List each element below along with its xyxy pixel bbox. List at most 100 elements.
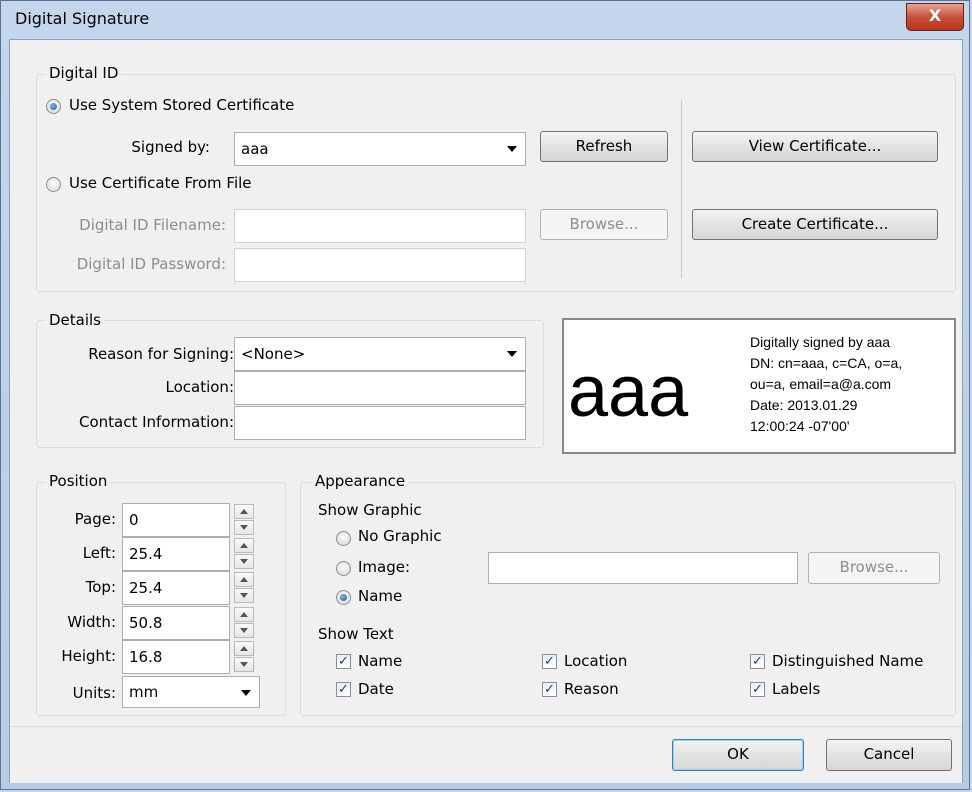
show-distinguished-name-label[interactable]: Distinguished Name: [772, 652, 923, 670]
name-graphic-label[interactable]: Name: [358, 587, 402, 605]
signature-preview: aaa Digitally signed by aaa DN: cn=aaa, …: [562, 318, 956, 454]
chevron-down-icon: [507, 146, 517, 152]
width-spinner[interactable]: [234, 606, 256, 640]
arrow-down-icon: [240, 662, 248, 667]
show-name-checkbox[interactable]: ✓: [336, 654, 351, 669]
width-field[interactable]: 50.8: [122, 606, 230, 640]
name-graphic-radio[interactable]: [336, 590, 351, 605]
use-certificate-file-label[interactable]: Use Certificate From File: [69, 174, 252, 192]
image-path-field[interactable]: [488, 552, 798, 584]
image-radio[interactable]: [336, 561, 351, 576]
units-label: Units:: [72, 684, 116, 702]
view-certificate-button[interactable]: View Certificate...: [692, 131, 938, 162]
location-label: Location:: [165, 378, 235, 396]
close-button[interactable]: X: [906, 3, 964, 31]
use-system-certificate-radio[interactable]: [46, 99, 61, 114]
dialog-footer: OK Cancel: [10, 726, 962, 783]
spin-up-button[interactable]: [234, 538, 254, 553]
arrow-up-icon: [240, 612, 248, 617]
signed-by-select[interactable]: aaa: [234, 132, 526, 166]
show-date-checkbox[interactable]: ✓: [336, 682, 351, 697]
arrow-down-icon: [240, 559, 248, 564]
spin-up-button[interactable]: [234, 607, 254, 622]
digital-id-divider: [681, 100, 682, 278]
use-certificate-file-radio[interactable]: [46, 177, 61, 192]
show-location-label[interactable]: Location: [564, 652, 627, 670]
reason-for-signing-label: Reason for Signing:: [88, 345, 234, 363]
arrow-down-icon: [240, 525, 248, 530]
spin-down-button[interactable]: [234, 554, 254, 569]
spin-down-button[interactable]: [234, 520, 254, 535]
show-name-label[interactable]: Name: [358, 652, 402, 670]
chevron-down-icon: [241, 690, 251, 696]
digital-id-password-field[interactable]: [234, 248, 526, 282]
signed-by-label: Signed by:: [131, 138, 210, 156]
arrow-down-icon: [240, 593, 248, 598]
preview-signature-text: Digitally signed by aaa DN: cn=aaa, c=CA…: [750, 332, 902, 437]
position-legend: Position: [46, 472, 111, 490]
arrow-down-icon: [240, 628, 248, 633]
left-spinner[interactable]: [234, 537, 256, 571]
no-graphic-label[interactable]: No Graphic: [358, 527, 442, 545]
signed-by-value: aaa: [241, 140, 269, 158]
show-date-label[interactable]: Date: [358, 680, 394, 698]
height-field[interactable]: 16.8: [122, 640, 230, 674]
refresh-button[interactable]: Refresh: [540, 131, 668, 162]
show-labels-checkbox[interactable]: ✓: [750, 682, 765, 697]
image-label[interactable]: Image:: [358, 558, 410, 576]
preview-line: Digitally signed by aaa: [750, 334, 891, 350]
browse-certificate-button[interactable]: Browse...: [540, 209, 668, 240]
location-field[interactable]: [234, 371, 526, 405]
reason-for-signing-value: <None>: [241, 345, 306, 363]
left-label: Left:: [82, 544, 116, 562]
details-legend: Details: [46, 311, 105, 329]
no-graphic-radio[interactable]: [336, 531, 351, 546]
show-reason-label[interactable]: Reason: [564, 680, 619, 698]
digital-id-filename-field[interactable]: [234, 209, 526, 243]
spin-up-button[interactable]: [234, 504, 254, 519]
units-value: mm: [129, 683, 159, 701]
cancel-button[interactable]: Cancel: [826, 739, 952, 771]
ok-button[interactable]: OK: [672, 739, 804, 771]
create-certificate-button[interactable]: Create Certificate...: [692, 209, 938, 240]
width-label: Width:: [67, 613, 116, 631]
use-system-certificate-label[interactable]: Use System Stored Certificate: [69, 96, 294, 114]
arrow-up-icon: [240, 577, 248, 582]
spin-down-button[interactable]: [234, 623, 254, 638]
spin-down-button[interactable]: [234, 657, 254, 672]
top-spinner[interactable]: [234, 571, 256, 605]
show-labels-label[interactable]: Labels: [772, 680, 820, 698]
preview-line: ou=a, email=a@a.com: [750, 376, 892, 392]
digital-id-password-label: Digital ID Password:: [76, 255, 226, 273]
window-title: Digital Signature: [15, 9, 150, 28]
height-spinner[interactable]: [234, 640, 256, 674]
appearance-legend: Appearance: [312, 472, 409, 490]
reason-for-signing-select[interactable]: <None>: [234, 337, 526, 371]
show-distinguished-name-checkbox[interactable]: ✓: [750, 654, 765, 669]
digital-id-filename-label: Digital ID Filename:: [79, 216, 226, 234]
page-field[interactable]: 0: [122, 503, 230, 537]
show-location-checkbox[interactable]: ✓: [542, 654, 557, 669]
units-select[interactable]: mm: [122, 676, 260, 708]
contact-information-label: Contact Information:: [78, 413, 234, 431]
spin-up-button[interactable]: [234, 572, 254, 587]
preview-line: DN: cn=aaa, c=CA, o=a,: [750, 355, 903, 371]
arrow-up-icon: [240, 646, 248, 651]
spin-down-button[interactable]: [234, 588, 254, 603]
preview-line: Date: 2013.01.29: [750, 397, 858, 413]
chevron-down-icon: [507, 351, 517, 357]
contact-information-field[interactable]: [234, 406, 526, 440]
show-text-label: Show Text: [318, 625, 394, 643]
height-label: Height:: [61, 647, 116, 665]
left-field[interactable]: 25.4: [122, 537, 230, 571]
show-graphic-label: Show Graphic: [318, 501, 422, 519]
top-field[interactable]: 25.4: [122, 571, 230, 605]
title-bar[interactable]: Digital Signature X: [1, 1, 971, 37]
browse-image-button[interactable]: Browse...: [808, 552, 940, 584]
show-reason-checkbox[interactable]: ✓: [542, 682, 557, 697]
preview-name-graphic: aaa: [568, 352, 689, 432]
digital-id-legend: Digital ID: [46, 64, 122, 82]
preview-line: 12:00:24 -07'00': [750, 418, 850, 434]
spin-up-button[interactable]: [234, 641, 254, 656]
page-spinner[interactable]: [234, 503, 256, 537]
